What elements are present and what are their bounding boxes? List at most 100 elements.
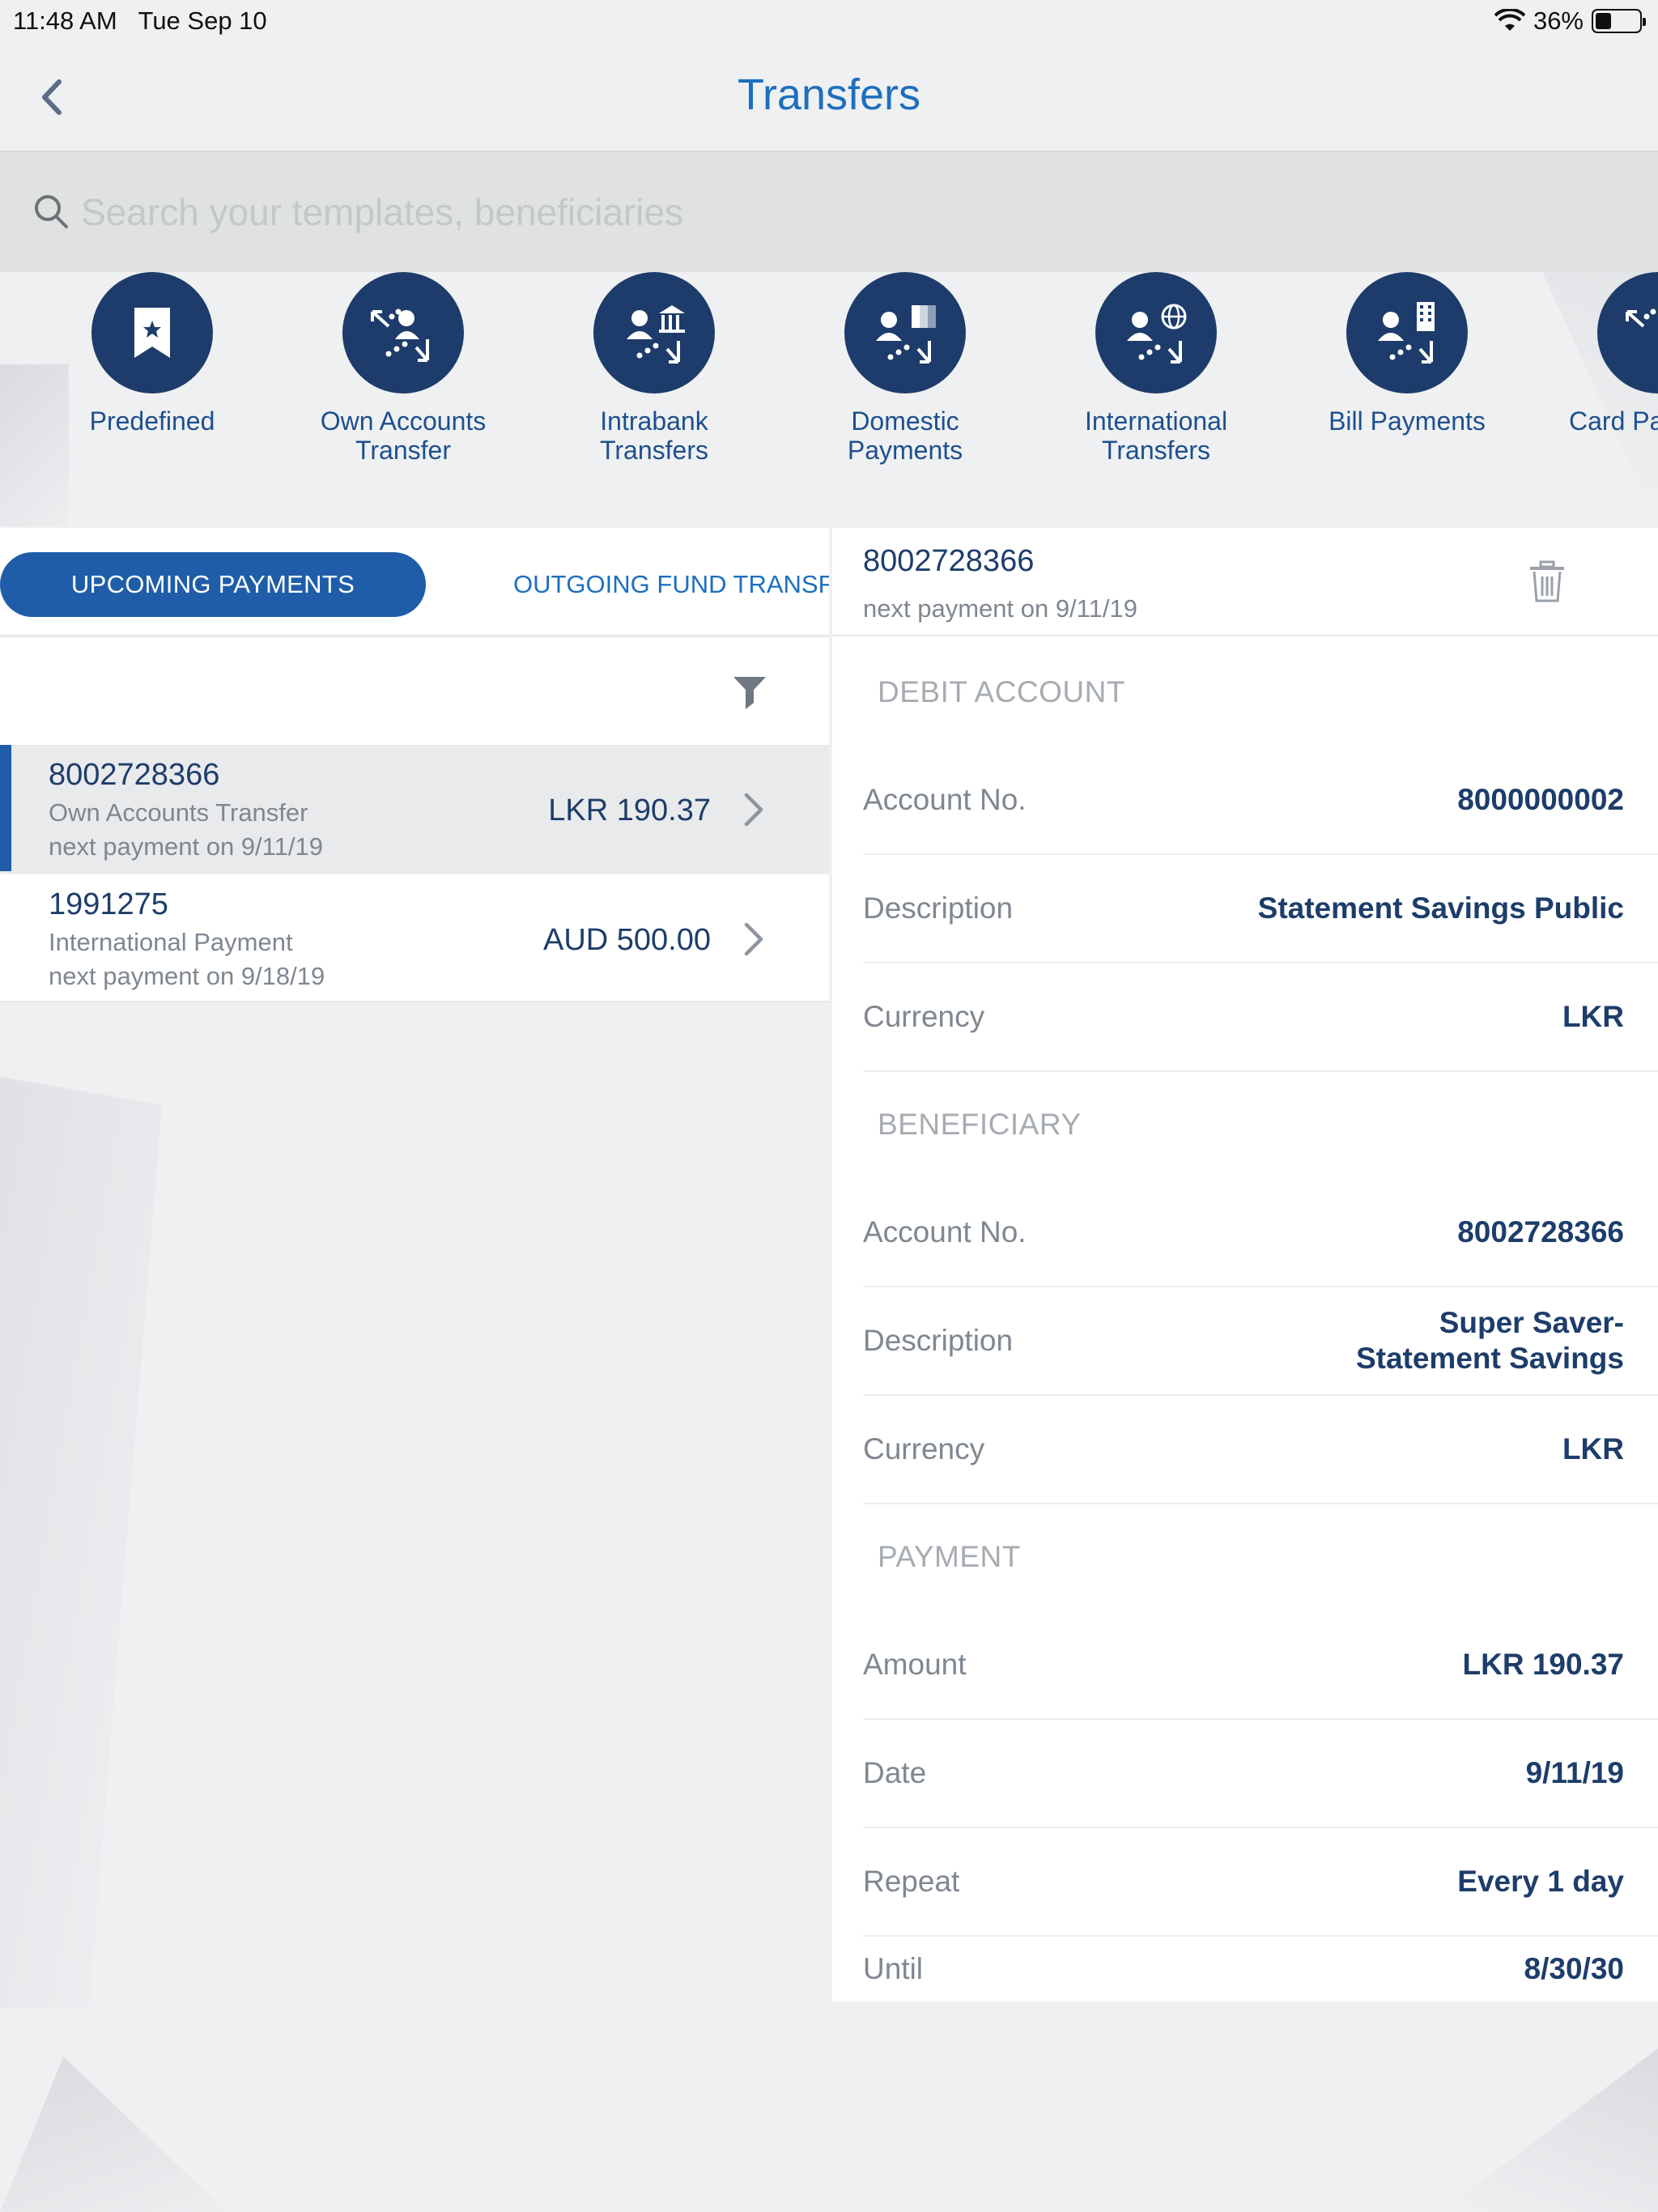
category-label-line: Transfers: [1102, 436, 1210, 465]
search-input[interactable]: [81, 185, 1295, 240]
search-bar: [0, 152, 1658, 272]
detail-row: Until 8/30/30: [863, 1937, 1658, 2001]
tab-upcoming-payments[interactable]: UPCOMING PAYMENTS: [0, 552, 426, 617]
category-bill-payments[interactable]: Bill Payments: [1294, 272, 1520, 436]
category-predefined[interactable]: Predefined: [39, 272, 266, 436]
detail-label: Amount: [863, 1648, 967, 1681]
detail-value: LKR: [1562, 1432, 1624, 1465]
selection-indicator: [0, 745, 11, 871]
detail-header: 8002728366 next payment on 9/11/19: [832, 528, 1658, 636]
detail-title: 8002728366: [863, 544, 1035, 578]
payment-amount: AUD 500.00: [542, 923, 711, 957]
category-intrabank-transfers[interactable]: Intrabank Transfers: [541, 272, 767, 465]
detail-label: Repeat: [863, 1865, 960, 1898]
transfer-categories: Predefined Own Accounts Transfer Intraba…: [0, 272, 1658, 528]
payment-detail-pane: 8002728366 next payment on 9/11/19 DEBIT…: [832, 528, 1658, 2001]
category-international-transfers[interactable]: International Transfers: [1043, 272, 1269, 465]
detail-value: 9/11/19: [1525, 1756, 1624, 1789]
detail-label: Account No.: [863, 1215, 1027, 1249]
payment-next-date: next payment on 9/11/19: [49, 832, 323, 861]
section-header-payment: PAYMENT: [878, 1540, 1021, 1573]
category-label-line: International: [1084, 406, 1228, 436]
filter-row: [0, 638, 829, 745]
battery-icon: [1592, 9, 1646, 33]
detail-row: Account No. 8000000002: [863, 747, 1658, 855]
category-label-line: Bill Payments: [1329, 406, 1486, 436]
chevron-right-icon: [744, 922, 763, 956]
search-icon: [35, 195, 68, 228]
category-label-line: Transfer: [355, 436, 451, 465]
detail-label: Account No.: [863, 783, 1027, 816]
payments-list-pane: UPCOMING PAYMENTS OUTGOING FUND TRANSF 8…: [0, 528, 829, 2212]
detail-label: Until: [863, 1952, 924, 1985]
detail-label: Description: [863, 891, 1014, 925]
detail-row: Description Statement Savings Public: [863, 855, 1658, 963]
category-domestic-payments[interactable]: Domestic Payments: [792, 272, 1018, 465]
detail-label: Description: [863, 1324, 1014, 1357]
detail-value: Statement Savings Public: [1257, 891, 1624, 925]
detail-value: Every 1 day: [1457, 1865, 1624, 1898]
detail-label: Currency: [863, 1432, 985, 1465]
payment-type: International Payment: [49, 928, 293, 956]
payment-next-date: next payment on 9/18/19: [49, 962, 325, 990]
card-payment-icon: [1597, 272, 1658, 393]
category-label-line: Card Pa: [1569, 406, 1658, 436]
detail-value: LKR: [1562, 1000, 1624, 1033]
domestic-payment-icon: [844, 272, 966, 393]
category-label: International Transfers: [1043, 406, 1269, 465]
detail-row: Account No. 8002728366: [863, 1179, 1658, 1287]
bill-payment-icon: [1346, 272, 1468, 393]
category-label-line: Predefined: [89, 406, 215, 436]
payment-list-item[interactable]: 8002728366 Own Accounts Transfer next pa…: [0, 745, 829, 873]
category-label-line: Intrabank: [600, 406, 708, 436]
wifi-icon: [1494, 9, 1525, 31]
category-label-line: Transfers: [600, 436, 708, 465]
international-transfer-icon: [1095, 272, 1217, 393]
detail-label: Date: [863, 1756, 927, 1789]
detail-value: 8002728366: [1457, 1215, 1624, 1249]
own-accounts-transfer-icon: [342, 272, 464, 393]
payment-reference: 8002728366: [49, 758, 220, 792]
detail-subtitle: next payment on 9/11/19: [863, 594, 1137, 623]
category-label: Predefined: [39, 406, 266, 436]
detail-value: 8000000002: [1457, 783, 1624, 816]
category-label: Domestic Payments: [792, 406, 1018, 465]
detail-row: Amount LKR 190.37: [863, 1611, 1658, 1720]
category-label-line: Payments: [847, 436, 963, 465]
detail-row: Repeat Every 1 day: [863, 1828, 1658, 1937]
detail-label: Currency: [863, 1000, 985, 1033]
status-bar: 11:48 AM Tue Sep 10 36%: [0, 0, 1658, 44]
section-header-debit: DEBIT ACCOUNT: [878, 675, 1125, 708]
detail-value: LKR 190.37: [1462, 1648, 1625, 1681]
filter-icon[interactable]: [732, 674, 767, 713]
category-own-accounts-transfer[interactable]: Own Accounts Transfer: [290, 272, 517, 465]
detail-row: Currency LKR: [863, 1396, 1658, 1504]
bookmark-star-icon: [91, 272, 213, 393]
status-time: 11:48 AM Tue Sep 10: [13, 6, 267, 36]
navigation-bar: Transfers: [0, 44, 1658, 152]
chevron-right-icon: [744, 793, 763, 827]
payment-list-item[interactable]: 1991275 International Payment next payme…: [0, 874, 829, 1002]
category-label: Card Pa: [1545, 406, 1658, 436]
status-clock: 11:48 AM: [13, 6, 117, 35]
detail-value-line: Statement Savings: [1355, 1342, 1624, 1375]
battery-level: [1596, 13, 1611, 29]
category-label: Intrabank Transfers: [541, 406, 767, 465]
category-label-line: Own Accounts: [320, 406, 487, 436]
detail-value: Super Saver- Statement Savings: [1356, 1305, 1624, 1376]
tab-bar: UPCOMING PAYMENTS OUTGOING FUND TRANSF: [0, 528, 829, 636]
background-shape: [1441, 2048, 1658, 2212]
status-date: Tue Sep 10: [138, 6, 267, 35]
category-card-payments[interactable]: Card Pa: [1545, 272, 1658, 436]
payment-reference: 1991275: [49, 887, 168, 921]
category-label-line: Domestic: [851, 406, 959, 436]
detail-value: 8/30/30: [1524, 1952, 1624, 1985]
tab-outgoing-fund-transfers[interactable]: OUTGOING FUND TRANSF: [513, 570, 829, 599]
section-header-beneficiary: BENEFICIARY: [878, 1108, 1082, 1141]
payment-amount: LKR 190.37: [548, 793, 711, 827]
detail-row: Currency LKR: [863, 963, 1658, 1072]
payment-type: Own Accounts Transfer: [49, 798, 308, 827]
trash-icon[interactable]: [1528, 560, 1566, 602]
battery-percent: 36%: [1533, 6, 1584, 35]
category-label: Bill Payments: [1294, 406, 1520, 436]
